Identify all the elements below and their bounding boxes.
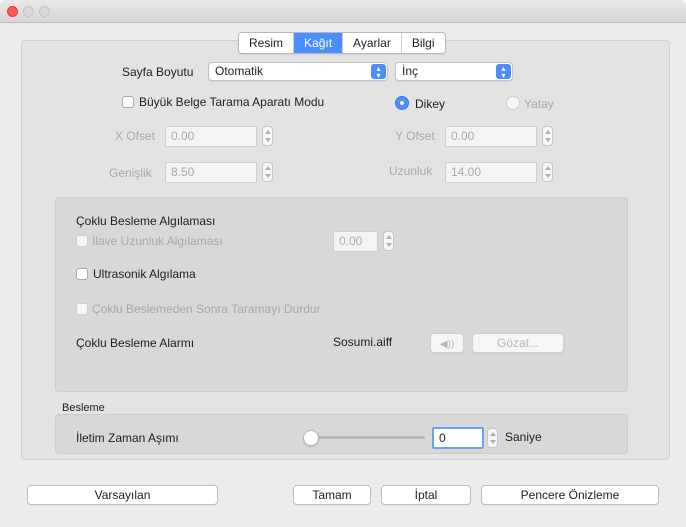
cancel-button[interactable]: İptal bbox=[381, 485, 471, 505]
x-offset-stepper[interactable] bbox=[262, 126, 273, 146]
timeout-stepper[interactable] bbox=[487, 428, 498, 448]
tab-resim[interactable]: Resim bbox=[239, 33, 295, 53]
browse-button[interactable]: Gözat... bbox=[472, 333, 564, 353]
unit-value: İnç bbox=[402, 64, 419, 78]
portrait-label: Dikey bbox=[415, 97, 446, 111]
x-offset-label: X Ofset bbox=[115, 129, 156, 143]
timeout-slider-track[interactable] bbox=[313, 436, 425, 439]
x-offset-field[interactable]: 0.00 bbox=[165, 126, 257, 147]
preview-window-button[interactable]: Pencere Önizleme bbox=[481, 485, 659, 505]
extra-length-checkbox[interactable] bbox=[76, 235, 88, 247]
width-stepper[interactable] bbox=[262, 162, 273, 182]
tab-bar: Resim Kağıt Ayarlar Bilgi bbox=[238, 32, 446, 54]
large-doc-label: Büyük Belge Tarama Aparatı Modu bbox=[139, 95, 325, 109]
alarm-label: Çoklu Besleme Alarmı bbox=[76, 336, 195, 350]
timeout-label: İletim Zaman Aşımı bbox=[76, 431, 179, 445]
timeout-unit-label: Saniye bbox=[505, 430, 542, 444]
timeout-field[interactable]: 0 bbox=[432, 427, 484, 449]
alarm-sound-name: Sosumi.aiff bbox=[333, 335, 393, 349]
preferences-window: Resim Kağıt Ayarlar Bilgi Sayfa Boyutu O… bbox=[0, 0, 686, 527]
length-stepper[interactable] bbox=[542, 162, 553, 182]
extra-length-field[interactable]: 0.00 bbox=[333, 231, 378, 252]
landscape-radio[interactable] bbox=[506, 96, 520, 110]
tab-bilgi[interactable]: Bilgi bbox=[402, 33, 445, 53]
tab-ayarlar[interactable]: Ayarlar bbox=[343, 33, 402, 53]
tab-kagit[interactable]: Kağıt bbox=[294, 33, 344, 53]
unit-select[interactable]: İnç ▴ ▾ bbox=[395, 62, 513, 81]
width-field[interactable]: 8.50 bbox=[165, 162, 257, 183]
minimize-window-button[interactable] bbox=[23, 6, 34, 17]
extra-length-label: İlave Uzunluk Algılaması bbox=[92, 234, 223, 248]
feed-section-label: Besleme bbox=[62, 402, 105, 414]
extra-length-stepper[interactable] bbox=[383, 231, 394, 251]
length-field[interactable]: 14.00 bbox=[445, 162, 537, 183]
title-bar bbox=[0, 0, 686, 23]
close-window-button[interactable] bbox=[7, 6, 18, 17]
speaker-icon: ◀)) bbox=[439, 339, 455, 350]
multifeed-title: Çoklu Besleme Algılaması bbox=[76, 214, 216, 228]
defaults-button[interactable]: Varsayılan bbox=[27, 485, 218, 505]
chevron-updown-icon: ▴ ▾ bbox=[496, 64, 511, 79]
landscape-label: Yatay bbox=[524, 97, 554, 111]
y-offset-field[interactable]: 0.00 bbox=[445, 126, 537, 147]
y-offset-stepper[interactable] bbox=[542, 126, 553, 146]
page-size-value: Otomatik bbox=[215, 64, 264, 78]
chevron-updown-icon: ▴ ▾ bbox=[371, 64, 386, 79]
page-size-label: Sayfa Boyutu bbox=[122, 65, 194, 79]
page-size-select[interactable]: Otomatik ▴ ▾ bbox=[208, 62, 388, 81]
length-label: Uzunluk bbox=[389, 164, 433, 178]
large-doc-checkbox[interactable] bbox=[122, 96, 134, 108]
portrait-radio[interactable] bbox=[395, 96, 409, 110]
zoom-window-button[interactable] bbox=[39, 6, 50, 17]
ok-button[interactable]: Tamam bbox=[293, 485, 371, 505]
ultrasonic-label: Ultrasonik Algılama bbox=[93, 267, 196, 281]
width-label: Genişlik bbox=[109, 166, 152, 180]
play-sound-button[interactable]: ◀)) bbox=[430, 333, 464, 353]
stop-scan-label: Çoklu Beslemeden Sonra Taramayı Durdur bbox=[92, 302, 321, 316]
y-offset-label: Y Ofset bbox=[395, 129, 435, 143]
ultrasonic-checkbox[interactable] bbox=[76, 268, 88, 280]
stop-scan-checkbox[interactable] bbox=[76, 303, 88, 315]
timeout-slider-knob[interactable] bbox=[303, 430, 319, 446]
